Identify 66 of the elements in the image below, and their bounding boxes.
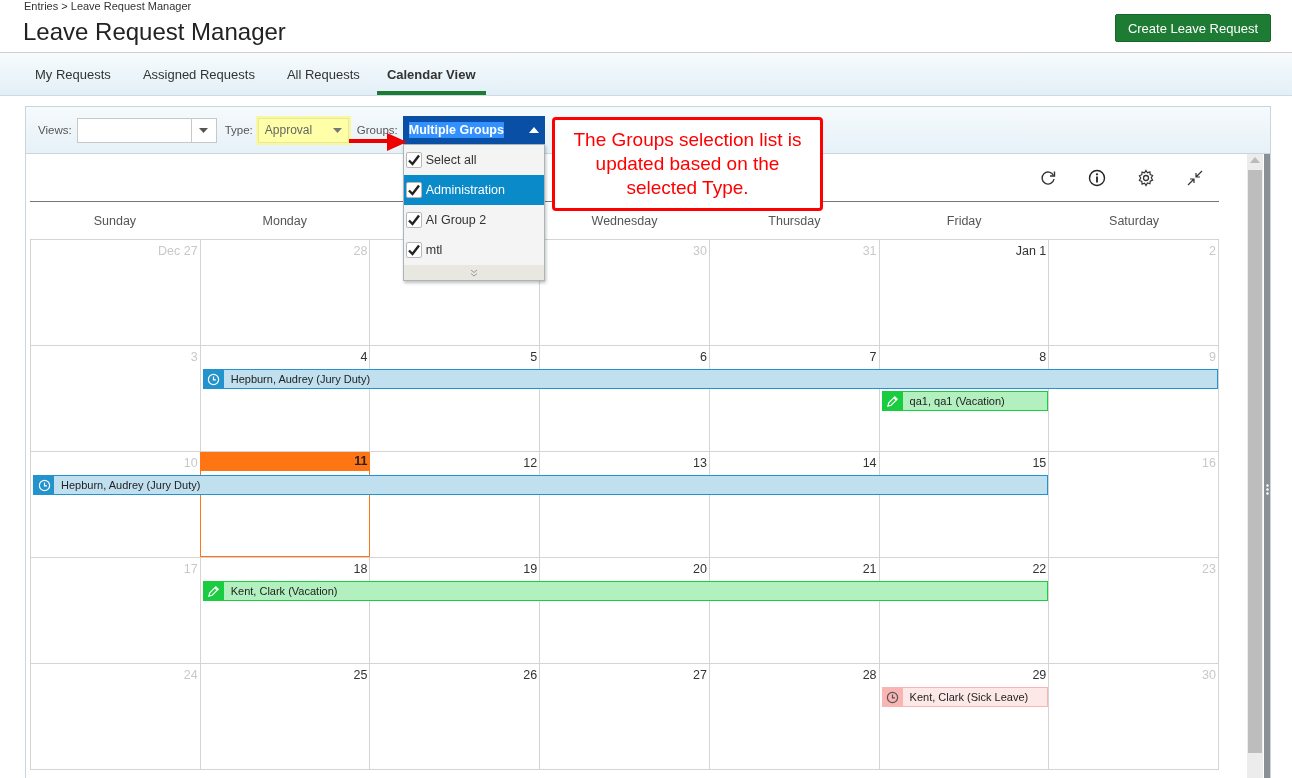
day-number: 14 xyxy=(861,455,878,471)
day-number: 13 xyxy=(691,455,708,471)
group-option[interactable]: Select all xyxy=(403,145,544,175)
day-number: 29 xyxy=(1031,667,1048,683)
refresh-icon[interactable] xyxy=(1039,168,1057,187)
leave-event[interactable]: Hepburn, Audrey (Jury Duty) xyxy=(202,369,1218,389)
day-number: 8 xyxy=(1038,349,1048,365)
event-label: Hepburn, Audrey (Jury Duty) xyxy=(230,373,371,385)
day-number: 25 xyxy=(352,667,369,683)
tab[interactable]: Calendar View xyxy=(376,53,486,95)
resize-handle-icon[interactable] xyxy=(1265,484,1269,495)
day-number: 19 xyxy=(522,561,539,577)
tab[interactable]: My Requests xyxy=(20,53,126,95)
tab[interactable]: Assigned Requests xyxy=(127,53,270,95)
group-option[interactable]: mtl xyxy=(403,235,544,265)
breadcrumb: Entries > Leave Request Manager xyxy=(24,0,192,12)
group-option[interactable]: AI Group 2 xyxy=(403,205,544,235)
page-title: Leave Request Manager xyxy=(23,18,286,46)
checkbox[interactable] xyxy=(405,152,422,168)
collapse-icon[interactable] xyxy=(1186,168,1204,187)
type-label: Type: xyxy=(224,124,253,136)
weekday-header: Friday xyxy=(945,213,983,228)
caret-icon xyxy=(528,127,539,133)
caret-icon xyxy=(199,127,209,133)
create-leave-request-button[interactable]: Create Leave Request xyxy=(1114,14,1271,42)
type-dropdown[interactable]: Approval xyxy=(257,117,349,143)
views-label: Views: xyxy=(38,124,72,136)
day-number: 27 xyxy=(691,667,708,683)
leave-event[interactable]: Kent, Clark (Vacation) xyxy=(202,581,1049,601)
day-number: 18 xyxy=(352,561,369,577)
checkbox[interactable] xyxy=(405,182,422,198)
day-number: 22 xyxy=(1031,561,1048,577)
day-number: 11 xyxy=(200,452,370,471)
day-number: 21 xyxy=(861,561,878,577)
day-number: 4 xyxy=(359,349,369,365)
event-label: Hepburn, Audrey (Jury Duty) xyxy=(61,479,201,491)
day-number: 28 xyxy=(861,667,878,683)
weekday-header: Thursday xyxy=(767,213,822,228)
day-number: Jan 1 xyxy=(1014,243,1048,259)
day-number: 20 xyxy=(691,561,708,577)
event-label: Kent, Clark (Vacation) xyxy=(230,585,338,597)
leave-event[interactable]: Hepburn, Audrey (Jury Duty) xyxy=(33,475,1049,495)
caret-icon xyxy=(332,127,342,133)
day-number: 26 xyxy=(522,667,539,683)
day-number: 7 xyxy=(868,349,878,365)
weekday-header: Sunday xyxy=(92,213,138,228)
group-option[interactable]: Administration xyxy=(403,175,544,205)
weekday-header: Saturday xyxy=(1108,213,1161,228)
settings-icon[interactable] xyxy=(1137,168,1155,187)
event-label: qa1, qa1 (Vacation) xyxy=(909,395,1005,407)
checkbox[interactable] xyxy=(405,212,422,228)
tab[interactable]: All Requests xyxy=(271,53,375,95)
leave-event[interactable]: Kent, Clark (Sick Leave) xyxy=(881,687,1049,707)
weekday-header: Monday xyxy=(261,213,308,228)
groups-label: Groups: xyxy=(356,124,398,136)
day-number: 5 xyxy=(529,349,539,365)
event-label: Kent, Clark (Sick Leave) xyxy=(909,691,1029,703)
info-icon[interactable] xyxy=(1088,168,1106,187)
day-number: 12 xyxy=(522,455,539,471)
weekday-header: Wednesday xyxy=(590,213,659,228)
day-number: 15 xyxy=(1031,455,1048,471)
day-number: 6 xyxy=(698,349,708,365)
callout-note: The Groups selection list is updated based on the selected Type. xyxy=(552,117,823,211)
checkbox[interactable] xyxy=(405,242,422,258)
scrollbar[interactable] xyxy=(1247,154,1263,778)
leave-event[interactable]: qa1, qa1 (Vacation) xyxy=(881,391,1049,411)
